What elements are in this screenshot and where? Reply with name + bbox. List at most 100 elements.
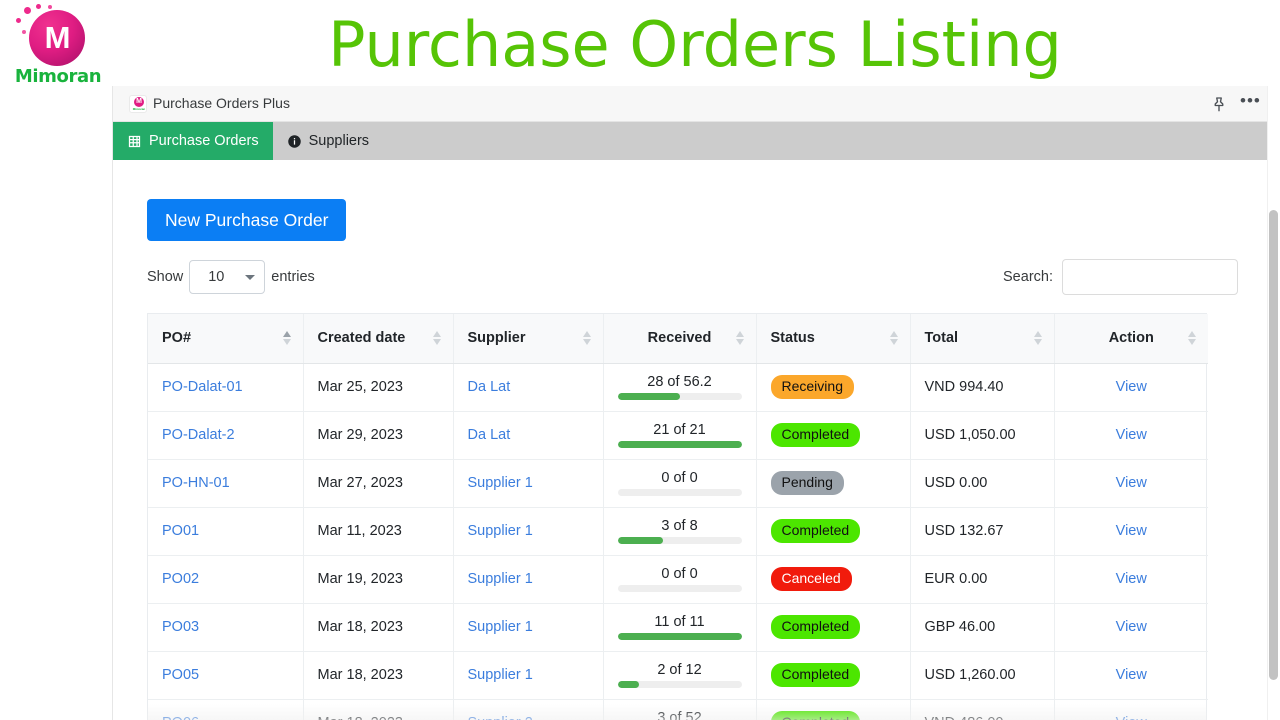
- column-header-status[interactable]: Status: [756, 314, 910, 363]
- received-label: 3 of 8: [618, 518, 742, 534]
- cell-created-date: Mar 11, 2023: [303, 507, 453, 555]
- column-header-action[interactable]: Action: [1054, 314, 1208, 363]
- supplier-link[interactable]: Supplier 1: [468, 523, 533, 539]
- cell-created-date: Mar 29, 2023: [303, 411, 453, 459]
- sort-arrows-icon[interactable]: [890, 329, 899, 347]
- table-row: PO02Mar 19, 2023Supplier 10 of 0Canceled…: [148, 555, 1208, 603]
- sort-arrows-icon[interactable]: [583, 329, 592, 347]
- sort-arrows-icon[interactable]: [283, 329, 292, 347]
- table-row: PO03Mar 18, 2023Supplier 111 of 11Comple…: [148, 603, 1208, 651]
- supplier-link[interactable]: Supplier 1: [468, 571, 533, 587]
- cell-status: Pending: [756, 459, 910, 507]
- cell-created-date: Mar 18, 2023: [303, 699, 453, 720]
- page-size-select[interactable]: 10: [189, 260, 265, 294]
- received-label: 11 of 11: [618, 614, 742, 630]
- cell-created-date: Mar 27, 2023: [303, 459, 453, 507]
- search-label: Search:: [1003, 269, 1053, 285]
- cell-po: PO05: [148, 651, 303, 699]
- cell-action: View: [1054, 603, 1208, 651]
- new-purchase-order-button[interactable]: New Purchase Order: [147, 199, 346, 241]
- cell-action: View: [1054, 507, 1208, 555]
- supplier-link[interactable]: Da Lat: [468, 427, 511, 443]
- page-title: Purchase Orders Listing: [300, 6, 1090, 84]
- logo-wordmark: Mimoran: [8, 66, 108, 87]
- purchase-orders-table: PO# Created date Supplier: [147, 313, 1207, 720]
- cell-received: 3 of 8: [603, 507, 756, 555]
- po-link[interactable]: PO-Dalat-01: [162, 379, 243, 395]
- supplier-link[interactable]: Supplier 1: [468, 619, 533, 635]
- cell-status: Receiving: [756, 363, 910, 411]
- app-title: Purchase Orders Plus: [153, 95, 290, 111]
- tab-label: Purchase Orders: [149, 133, 259, 149]
- cell-received: 11 of 11: [603, 603, 756, 651]
- page-scrollbar[interactable]: [1267, 86, 1280, 720]
- po-link[interactable]: PO-Dalat-2: [162, 427, 235, 443]
- view-link[interactable]: View: [1116, 715, 1147, 720]
- status-badge: Completed: [771, 519, 861, 543]
- sort-arrows-icon[interactable]: [1034, 329, 1043, 347]
- tab-purchase-orders[interactable]: Purchase Orders: [113, 122, 273, 160]
- cell-status: Completed: [756, 651, 910, 699]
- progress-fill: [618, 393, 680, 400]
- sort-arrows-icon[interactable]: [736, 329, 745, 347]
- chevron-down-icon: [245, 275, 255, 280]
- column-header-created-date[interactable]: Created date: [303, 314, 453, 363]
- app-icon: M Mimoran: [129, 95, 147, 113]
- ellipsis-icon[interactable]: •••: [1240, 95, 1260, 113]
- scrollbar-thumb[interactable]: [1269, 210, 1278, 680]
- table-row: PO-Dalat-01Mar 25, 2023Da Lat28 of 56.2R…: [148, 363, 1208, 411]
- received-label: 3 of 52: [618, 710, 742, 720]
- view-link[interactable]: View: [1116, 475, 1147, 491]
- content-area: New Purchase Order Show 10 entries Searc…: [113, 160, 1272, 720]
- column-header-received[interactable]: Received: [603, 314, 756, 363]
- column-label: Status: [771, 330, 815, 346]
- po-link[interactable]: PO01: [162, 523, 199, 539]
- status-badge: Pending: [771, 471, 844, 495]
- view-link[interactable]: View: [1116, 667, 1147, 683]
- tab-suppliers[interactable]: Suppliers: [273, 122, 383, 160]
- supplier-link[interactable]: Supplier 1: [468, 667, 533, 683]
- sort-arrows-icon[interactable]: [433, 329, 442, 347]
- received-label: 0 of 0: [618, 470, 742, 486]
- po-link[interactable]: PO03: [162, 619, 199, 635]
- cell-action: View: [1054, 651, 1208, 699]
- cell-po: PO06: [148, 699, 303, 720]
- pin-icon[interactable]: [1210, 95, 1228, 113]
- app-icon-wordmark: Mimoran: [130, 107, 147, 111]
- po-link[interactable]: PO-HN-01: [162, 475, 230, 491]
- view-link[interactable]: View: [1116, 523, 1147, 539]
- view-link[interactable]: View: [1116, 619, 1147, 635]
- table-row: PO-Dalat-2Mar 29, 2023Da Lat21 of 21Comp…: [148, 411, 1208, 459]
- po-link[interactable]: PO05: [162, 667, 199, 683]
- cell-po: PO-HN-01: [148, 459, 303, 507]
- supplier-link[interactable]: Supplier 2: [468, 715, 533, 720]
- cell-total: GBP 46.00: [910, 603, 1054, 651]
- column-header-total[interactable]: Total: [910, 314, 1054, 363]
- search-input[interactable]: [1062, 259, 1238, 295]
- view-link[interactable]: View: [1116, 571, 1147, 587]
- table-body: PO-Dalat-01Mar 25, 2023Da Lat28 of 56.2R…: [148, 363, 1208, 720]
- view-link[interactable]: View: [1116, 379, 1147, 395]
- progress-track: [618, 681, 742, 688]
- tab-bar: Purchase Orders Suppliers: [113, 122, 1272, 160]
- po-link[interactable]: PO06: [162, 715, 199, 720]
- supplier-link[interactable]: Da Lat: [468, 379, 511, 395]
- cell-action: View: [1054, 411, 1208, 459]
- status-badge: Completed: [771, 615, 861, 639]
- cell-status: Completed: [756, 507, 910, 555]
- sort-arrows-icon[interactable]: [1188, 329, 1197, 347]
- info-circle-icon: [287, 134, 302, 149]
- progress-track: [618, 393, 742, 400]
- column-label: Action: [1109, 330, 1154, 346]
- cell-total: VND 994.40: [910, 363, 1054, 411]
- column-header-po[interactable]: PO#: [148, 314, 303, 363]
- po-link[interactable]: PO02: [162, 571, 199, 587]
- supplier-link[interactable]: Supplier 1: [468, 475, 533, 491]
- column-header-supplier[interactable]: Supplier: [453, 314, 603, 363]
- view-link[interactable]: View: [1116, 427, 1147, 443]
- page-length-control: Show 10 entries: [147, 260, 315, 294]
- column-label: Total: [925, 330, 959, 346]
- cell-created-date: Mar 18, 2023: [303, 651, 453, 699]
- cell-received: 3 of 52: [603, 699, 756, 720]
- cell-supplier: Supplier 1: [453, 507, 603, 555]
